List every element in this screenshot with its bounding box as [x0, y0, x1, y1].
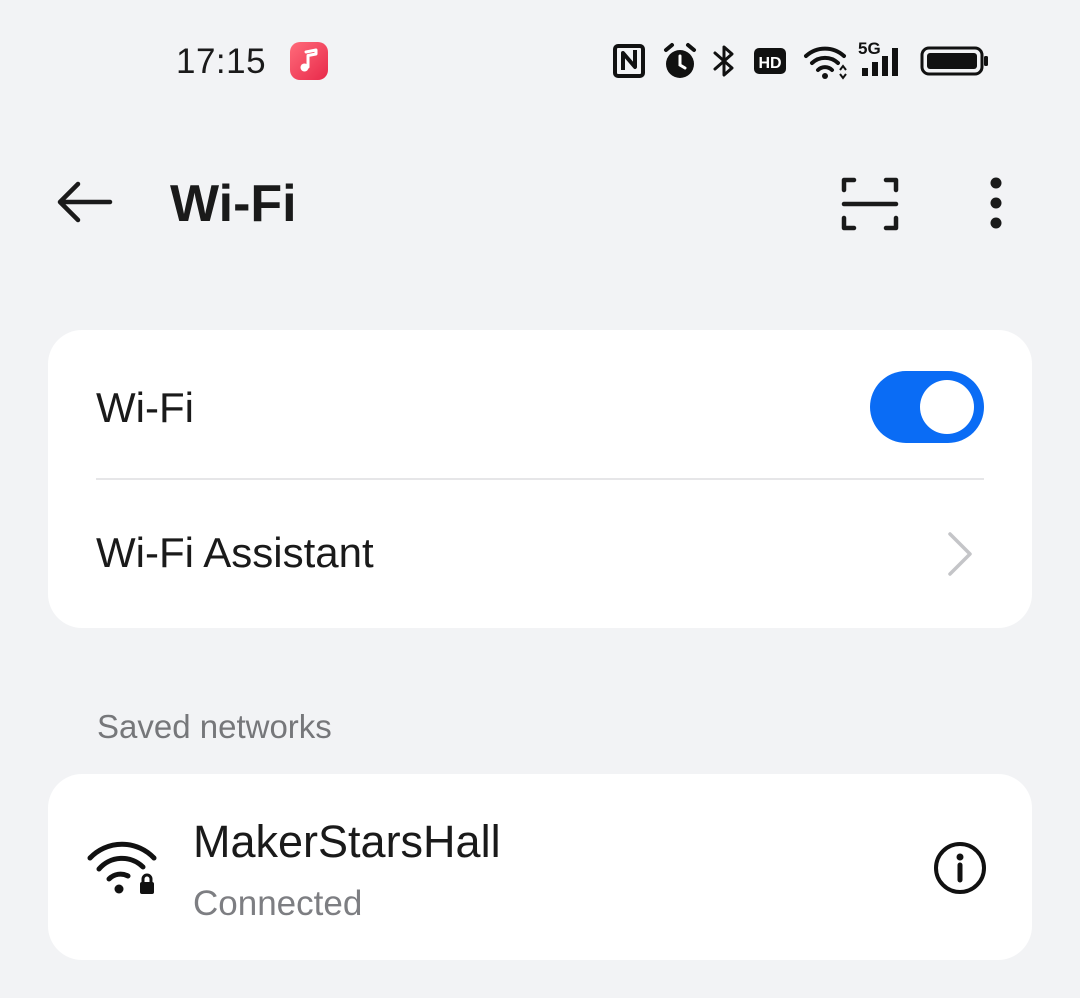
more-vertical-icon: [972, 174, 1020, 234]
page-title: Wi-Fi: [170, 175, 297, 233]
signal-strength-icon: [862, 40, 908, 82]
music-app-icon: [290, 42, 328, 80]
saved-network-item[interactable]: MakerStarsHall Connected: [48, 774, 1032, 960]
svg-text:HD: HD: [758, 55, 781, 72]
status-bar: 17:15 HD 5G: [0, 0, 1080, 124]
hd-icon: HD: [752, 40, 788, 82]
toggle-knob: [920, 380, 974, 434]
network-info-button[interactable]: [930, 838, 990, 898]
wifi-assistant-label: Wi-Fi Assistant: [96, 529, 374, 576]
app-bar: Wi-Fi: [0, 148, 1080, 260]
scan-button[interactable]: [838, 174, 902, 234]
network-name: MakerStarsHall: [193, 816, 501, 867]
wifi-lock-icon: [86, 838, 158, 898]
alarm-icon: [662, 40, 698, 82]
battery-icon: [920, 40, 990, 82]
wifi-icon: [802, 40, 848, 82]
wifi-assistant-row[interactable]: Wi-Fi Assistant: [48, 479, 1032, 628]
nfc-icon: [612, 40, 646, 80]
chevron-right-icon: [944, 529, 976, 579]
back-button[interactable]: [52, 174, 116, 230]
info-icon: [930, 838, 990, 898]
status-time: 17:15: [176, 42, 267, 81]
network-status: Connected: [193, 884, 363, 923]
wifi-toggle-row[interactable]: Wi-Fi: [48, 330, 1032, 479]
saved-networks-header: Saved networks: [97, 708, 332, 745]
wifi-toggle-switch[interactable]: [870, 371, 984, 443]
bluetooth-icon: [710, 40, 738, 82]
more-options-button[interactable]: [972, 174, 1020, 234]
wifi-label: Wi-Fi: [96, 384, 194, 431]
wifi-settings-card: Wi-Fi Wi-Fi Assistant: [48, 330, 1032, 628]
scan-icon: [838, 174, 902, 234]
back-arrow-icon: [52, 174, 116, 230]
